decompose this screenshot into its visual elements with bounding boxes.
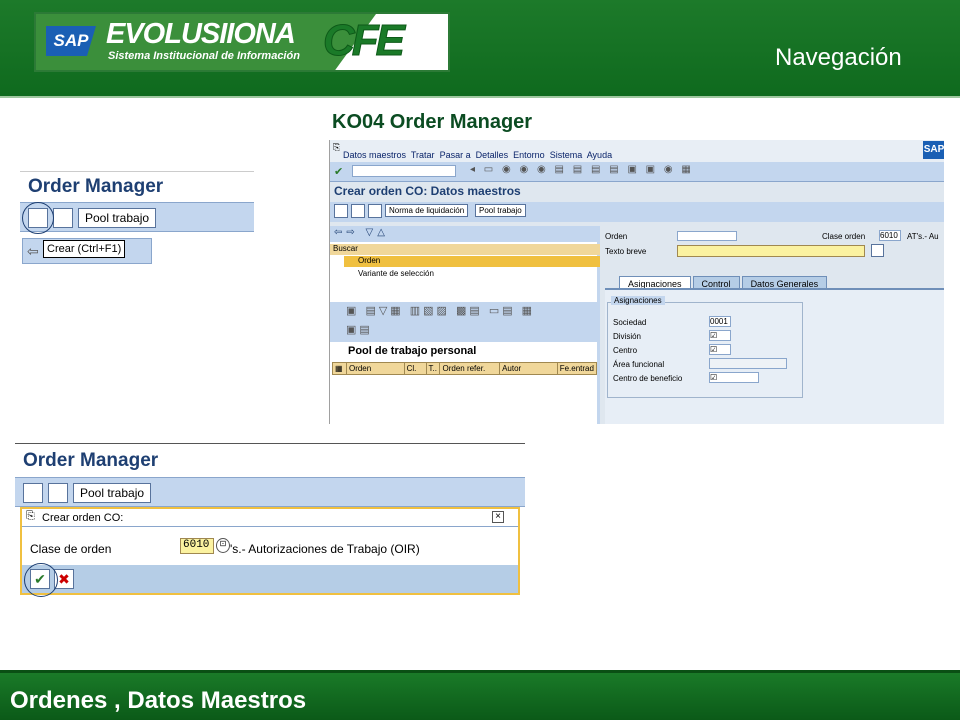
dialog-titlebar: ⎘ Crear orden CO: × (22, 509, 518, 527)
class-order-label: Clase orden (822, 232, 866, 241)
menu-entorno[interactable]: Entorno (513, 150, 545, 160)
grid-col-orden-refer[interactable]: Orden refer. (439, 362, 501, 375)
class-order-label: Clase de orden (30, 542, 112, 556)
field-label-centro-beneficio: Centro de beneficio (613, 374, 683, 383)
menu-icon[interactable]: ⎘ (333, 142, 340, 153)
highlight-circle (24, 563, 58, 597)
short-text-field[interactable] (677, 245, 865, 257)
field-division[interactable]: ☑ (709, 330, 731, 341)
create-icon[interactable] (23, 483, 43, 503)
detail-area: Orden Clase orden 6010 AT's.- Au Texto b… (605, 228, 944, 424)
command-field[interactable] (352, 165, 456, 177)
pool-toolbar-icons-2[interactable]: ▣▤ (346, 323, 373, 336)
class-order-desc: 's.- Autorizaciones de Trabajo (OIR) (230, 542, 420, 556)
pool-trabajo-button[interactable]: Pool trabajo (475, 204, 526, 217)
search-header: Buscar (330, 244, 600, 255)
long-text-icon[interactable] (871, 244, 884, 257)
evolusiona-logo: SAP EVOLUSIIONA Sistema Institucional de… (34, 12, 450, 72)
edit-icon[interactable] (334, 204, 348, 218)
panel-title: Order Manager (23, 450, 159, 471)
menu-sistema[interactable]: Sistema (550, 150, 583, 160)
field-centro-beneficio[interactable]: ☑ (709, 372, 759, 383)
field-area-funcional[interactable] (709, 358, 787, 369)
copy-icon[interactable] (53, 208, 73, 228)
order-manager-panel-1: Order Manager Pool trabajo ⇦ Crear (Ctrl… (20, 171, 254, 265)
menu-items: Datos maestros Tratar Pasar a Detalles E… (343, 150, 612, 160)
logo-subtitle: Sistema Institucional de Información (108, 50, 300, 62)
panel-title: Order Manager (28, 176, 164, 197)
field-centro[interactable]: ☑ (709, 344, 731, 355)
sap-screen: ⎘ Datos maestros Tratar Pasar a Detalles… (329, 140, 944, 424)
footer-title: Ordenes , Datos Maestros (10, 687, 307, 714)
section-title: Navegación (775, 44, 902, 71)
tree-item-order[interactable]: Orden (344, 256, 600, 267)
dialog-title: Crear orden CO: (42, 512, 124, 524)
copy-icon[interactable] (48, 483, 68, 503)
field-label-sociedad: Sociedad (613, 318, 647, 327)
create-tooltip: Crear (Ctrl+F1) (43, 240, 126, 258)
dialog-icon: ⎘ (26, 510, 35, 522)
tree-item-variant[interactable]: Variante de selección (344, 269, 434, 278)
assignments-group-label: Asignaciones (611, 296, 665, 305)
panel-toolbar: Pool trabajo (20, 202, 254, 232)
menu-ayuda[interactable]: Ayuda (587, 150, 612, 160)
grid-col-orden[interactable]: Orden (345, 362, 405, 375)
grid-col-t[interactable]: T.. (425, 362, 441, 375)
screen-title: Crear orden CO: Datos maestros (334, 184, 521, 198)
field-label-division: División (613, 332, 642, 341)
pool-title: Pool de trabajo personal (348, 345, 477, 357)
field-label-centro: Centro (613, 346, 638, 355)
settlement-rule-button[interactable]: Norma de liquidación (385, 204, 469, 217)
slide-title: KO04 Order Manager (332, 111, 533, 133)
menu-bar: ⎘ Datos maestros Tratar Pasar a Detalles… (330, 140, 944, 162)
class-order-field[interactable]: 6010 (879, 230, 901, 241)
menu-tratar[interactable]: Tratar (411, 150, 435, 160)
nav-bar: ⇦ Crear (Ctrl+F1) (22, 238, 152, 264)
grid-col-fe-entrada[interactable]: Fe.entrad (556, 362, 598, 375)
order-field[interactable] (677, 231, 737, 241)
pool-toolbar-icons[interactable]: ▣ ▤▽▦ ▥▧▨ ▩▤ ▭▤ ▦ (346, 304, 535, 317)
change-icon[interactable] (368, 204, 382, 218)
nav-toolbar: ⇦⇨ ▽△ (330, 226, 600, 242)
grid-col-cl[interactable]: Cl. (403, 362, 427, 375)
class-order-desc: AT's.- Au (907, 232, 939, 241)
highlight-circle (22, 202, 54, 234)
order-label: Orden (605, 232, 628, 241)
pool-grid: ▦ Orden Cl. T.. Orden refer. Autor Fe.en… (332, 362, 598, 375)
navigation-area: ⇦⇨ ▽△ Buscar Orden Variante de selección… (330, 226, 600, 424)
nav-arrows-icon[interactable]: ⇦⇨ ▽△ (334, 227, 389, 238)
tab-content: Asignaciones Sociedad 0001 División ☑ Ce… (605, 288, 944, 424)
app-toolbar: Norma de liquidación Pool trabajo (330, 202, 944, 222)
close-icon[interactable]: × (492, 511, 504, 523)
enter-icon[interactable]: ✔ (334, 165, 343, 178)
field-label-area-funcional: Área funcional (613, 360, 665, 369)
grid-col-autor[interactable]: Autor (499, 362, 558, 375)
menu-datos-maestros[interactable]: Datos maestros (343, 150, 406, 160)
menu-detalles[interactable]: Detalles (476, 150, 509, 160)
class-order-field[interactable]: 6010 (180, 538, 214, 554)
toolbar-icons[interactable]: ◂ ▭ ◉ ◉ ◉ ▤ ▤ ▤ ▤ ▣ ▣ ◉ ▦ (470, 164, 694, 175)
logo-title: EVOLUSIIONA (106, 18, 296, 50)
order-manager-panel-2: Order Manager Pool trabajo ⎘ Crear orden… (15, 443, 525, 599)
short-text-label: Texto breve (605, 247, 647, 256)
value-help-icon[interactable]: ⊡ (216, 538, 230, 553)
display-icon[interactable] (351, 204, 365, 218)
field-sociedad[interactable]: 0001 (709, 316, 731, 327)
dialog-toolbar: ✔ ✖ (22, 565, 518, 593)
cfe-logo: CFE (323, 16, 406, 66)
back-arrow-icon[interactable]: ⇦ (27, 243, 39, 260)
grid-select-icon[interactable]: ▦ (332, 362, 347, 375)
sap-corner-logo: SAP (923, 141, 944, 159)
create-order-dialog: ⎘ Crear orden CO: × Clase de orden 6010 … (20, 507, 520, 595)
pool-toolbar: ▣ ▤▽▦ ▥▧▨ ▩▤ ▭▤ ▦ ▣▤ (330, 302, 600, 342)
dialog-body: Clase de orden 6010 ⊡ 's.- Autorizacione… (22, 527, 518, 565)
menu-pasar-a[interactable]: Pasar a (440, 150, 471, 160)
system-toolbar: ✔ ◂ ▭ ◉ ◉ ◉ ▤ ▤ ▤ ▤ ▣ ▣ ◉ ▦ (330, 162, 944, 182)
pool-trabajo-button[interactable]: Pool trabajo (78, 208, 157, 228)
panel-toolbar: Pool trabajo (15, 477, 525, 507)
pool-trabajo-button[interactable]: Pool trabajo (73, 483, 152, 503)
